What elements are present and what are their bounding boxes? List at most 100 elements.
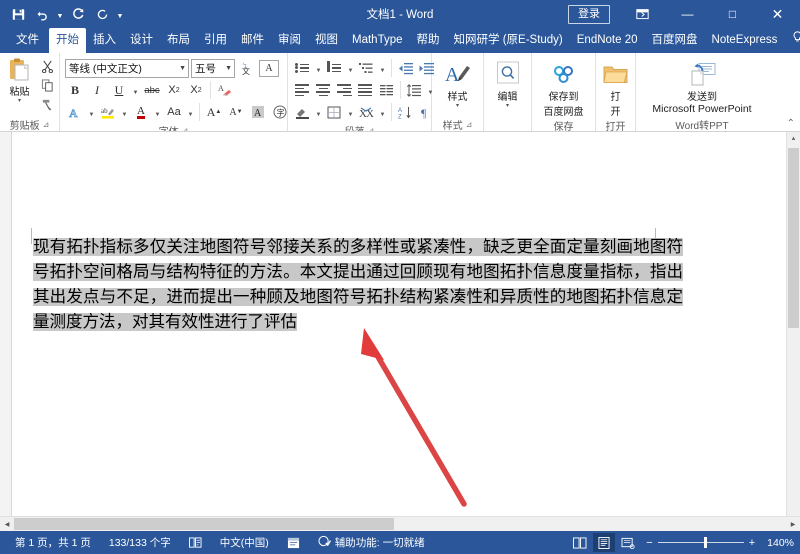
- copy-button[interactable]: [37, 76, 57, 94]
- change-case-dropdown-icon[interactable]: ▼: [186, 102, 195, 122]
- clear-formatting-icon[interactable]: A: [215, 80, 235, 100]
- font-size-combo[interactable]: 五号 ▼: [191, 59, 235, 78]
- sort-icon[interactable]: AZ: [396, 103, 415, 122]
- highlight-color-icon[interactable]: ab: [98, 102, 118, 122]
- text-effects-icon[interactable]: A: [65, 102, 85, 122]
- shading-icon[interactable]: [293, 103, 312, 122]
- document-page[interactable]: 现有拓扑指标多仅关注地图符号邻接关系的多样性或紧凑性，缺乏更全面定量刻画地图符号…: [11, 132, 786, 516]
- tab-insert[interactable]: 插入: [86, 28, 123, 53]
- tab-review[interactable]: 审阅: [271, 28, 308, 53]
- proofing-icon[interactable]: [180, 537, 211, 549]
- phonetic-guide-icon[interactable]: ㄅ文: [237, 58, 257, 78]
- tab-file[interactable]: 文件: [6, 28, 49, 53]
- align-left-icon[interactable]: [293, 81, 312, 100]
- numbering-icon[interactable]: [325, 59, 344, 78]
- underline-button[interactable]: U: [109, 80, 129, 100]
- decrease-indent-icon[interactable]: [396, 59, 415, 78]
- bold-button[interactable]: B: [65, 80, 85, 100]
- editing-dropdown-icon[interactable]: ▾: [506, 103, 509, 109]
- shrink-font-icon[interactable]: A▼: [226, 102, 246, 122]
- tab-references[interactable]: 引用: [197, 28, 234, 53]
- tab-design[interactable]: 设计: [123, 28, 160, 53]
- read-mode-button[interactable]: [569, 533, 591, 552]
- tab-mathtype[interactable]: MathType: [345, 28, 410, 53]
- vertical-scroll-thumb[interactable]: [788, 148, 799, 328]
- justify-icon[interactable]: [356, 81, 375, 100]
- track-changes-icon[interactable]: [278, 537, 309, 549]
- change-case-icon[interactable]: Aa: [164, 102, 184, 122]
- vertical-scrollbar[interactable]: ▲: [786, 132, 800, 516]
- tab-noteexpress[interactable]: NoteExpress: [705, 28, 785, 53]
- borders-dropdown-icon[interactable]: ▼: [346, 102, 355, 122]
- maximize-button[interactable]: □: [710, 0, 755, 28]
- ribbon-display-options-icon[interactable]: [620, 0, 665, 28]
- tab-layout[interactable]: 布局: [160, 28, 197, 53]
- multilevel-list-icon[interactable]: [357, 59, 376, 78]
- send-to-powerpoint-button[interactable]: 发送到 Microsoft PowerPoint: [639, 57, 765, 115]
- styles-dialog-launcher[interactable]: ⊿: [466, 120, 473, 129]
- tab-baidu-netdisk[interactable]: 百度网盘: [645, 28, 705, 53]
- format-painter-button[interactable]: [37, 95, 57, 113]
- tab-home[interactable]: 开始: [49, 28, 86, 53]
- grow-font-icon[interactable]: A▲: [204, 102, 224, 122]
- font-color-dropdown-icon[interactable]: ▼: [153, 102, 162, 122]
- scroll-up-button[interactable]: ▲: [787, 132, 800, 146]
- customize-qat-icon[interactable]: ▼: [115, 3, 125, 25]
- sign-in-button[interactable]: 登录: [568, 5, 610, 24]
- redo-icon[interactable]: [67, 3, 89, 25]
- scroll-left-button[interactable]: ◀: [0, 517, 14, 531]
- save-icon[interactable]: [7, 3, 29, 25]
- undo-icon[interactable]: [31, 3, 53, 25]
- language-indicator[interactable]: 中文(中国): [211, 535, 278, 550]
- zoom-track[interactable]: [658, 542, 744, 543]
- word-count[interactable]: 133/133 个字: [100, 535, 180, 550]
- font-name-dropdown-icon[interactable]: ▼: [176, 65, 186, 72]
- highlight-dropdown-icon[interactable]: ▼: [120, 102, 129, 122]
- document-text[interactable]: 现有拓扑指标多仅关注地图符号邻接关系的多样性或紧凑性，缺乏更全面定量刻画地图符号…: [33, 235, 683, 335]
- page-info[interactable]: 第 1 页，共 1 页: [6, 535, 100, 550]
- web-layout-button[interactable]: [617, 533, 639, 552]
- cut-button[interactable]: [37, 57, 57, 75]
- styles-button[interactable]: A 样式 ▾: [435, 57, 480, 109]
- font-size-dropdown-icon[interactable]: ▼: [222, 65, 232, 72]
- print-layout-button[interactable]: [593, 533, 615, 552]
- bullets-dropdown-icon[interactable]: ▼: [314, 58, 323, 78]
- paste-button[interactable]: 粘贴 ▾: [2, 55, 37, 104]
- font-name-combo[interactable]: 等线 (中文正文) ▼: [65, 59, 189, 78]
- zoom-in-button[interactable]: +: [749, 537, 755, 549]
- chinese-layout-dropdown-icon[interactable]: ▼: [378, 102, 387, 122]
- multilevel-dropdown-icon[interactable]: ▼: [378, 58, 387, 78]
- distribute-icon[interactable]: [377, 81, 396, 100]
- horizontal-scrollbar[interactable]: ◀ ▶: [0, 516, 800, 531]
- collapse-ribbon-icon[interactable]: ⌃: [787, 118, 795, 129]
- italic-button[interactable]: I: [87, 80, 107, 100]
- tab-endnote[interactable]: EndNote 20: [570, 28, 645, 53]
- character-border-icon[interactable]: A: [259, 60, 279, 77]
- shading-dropdown-icon[interactable]: ▼: [314, 102, 323, 122]
- clipboard-dialog-launcher[interactable]: ⊿: [43, 120, 50, 129]
- tab-mailings[interactable]: 邮件: [234, 28, 271, 53]
- superscript-button[interactable]: X2: [186, 80, 206, 100]
- minimize-button[interactable]: —: [665, 0, 710, 28]
- tab-view[interactable]: 视图: [308, 28, 345, 53]
- paste-dropdown-icon[interactable]: ▾: [18, 98, 21, 104]
- font-color-icon[interactable]: A: [131, 102, 151, 122]
- zoom-thumb[interactable]: [704, 537, 707, 548]
- accessibility-status[interactable]: 辅助功能: 一切就绪: [309, 535, 434, 550]
- close-button[interactable]: ✕: [755, 0, 800, 28]
- line-spacing-icon[interactable]: [405, 81, 424, 100]
- editing-button[interactable]: 编辑 ▾: [487, 57, 528, 109]
- tab-cnki-estudy[interactable]: 知网研学 (原E-Study): [447, 28, 570, 53]
- tell-me-button[interactable]: 告诉我: [784, 28, 800, 53]
- zoom-level[interactable]: 140%: [762, 537, 794, 549]
- align-right-icon[interactable]: [335, 81, 354, 100]
- enclose-character-icon[interactable]: 字: [270, 102, 290, 122]
- bullets-icon[interactable]: [293, 59, 312, 78]
- zoom-out-button[interactable]: −: [646, 537, 652, 549]
- horizontal-scroll-track[interactable]: [14, 517, 786, 531]
- tab-help[interactable]: 帮助: [410, 28, 447, 53]
- strikethrough-button[interactable]: abc: [142, 80, 162, 100]
- numbering-dropdown-icon[interactable]: ▼: [346, 58, 355, 78]
- scroll-right-button[interactable]: ▶: [786, 517, 800, 531]
- open-button[interactable]: 打 开: [599, 57, 632, 118]
